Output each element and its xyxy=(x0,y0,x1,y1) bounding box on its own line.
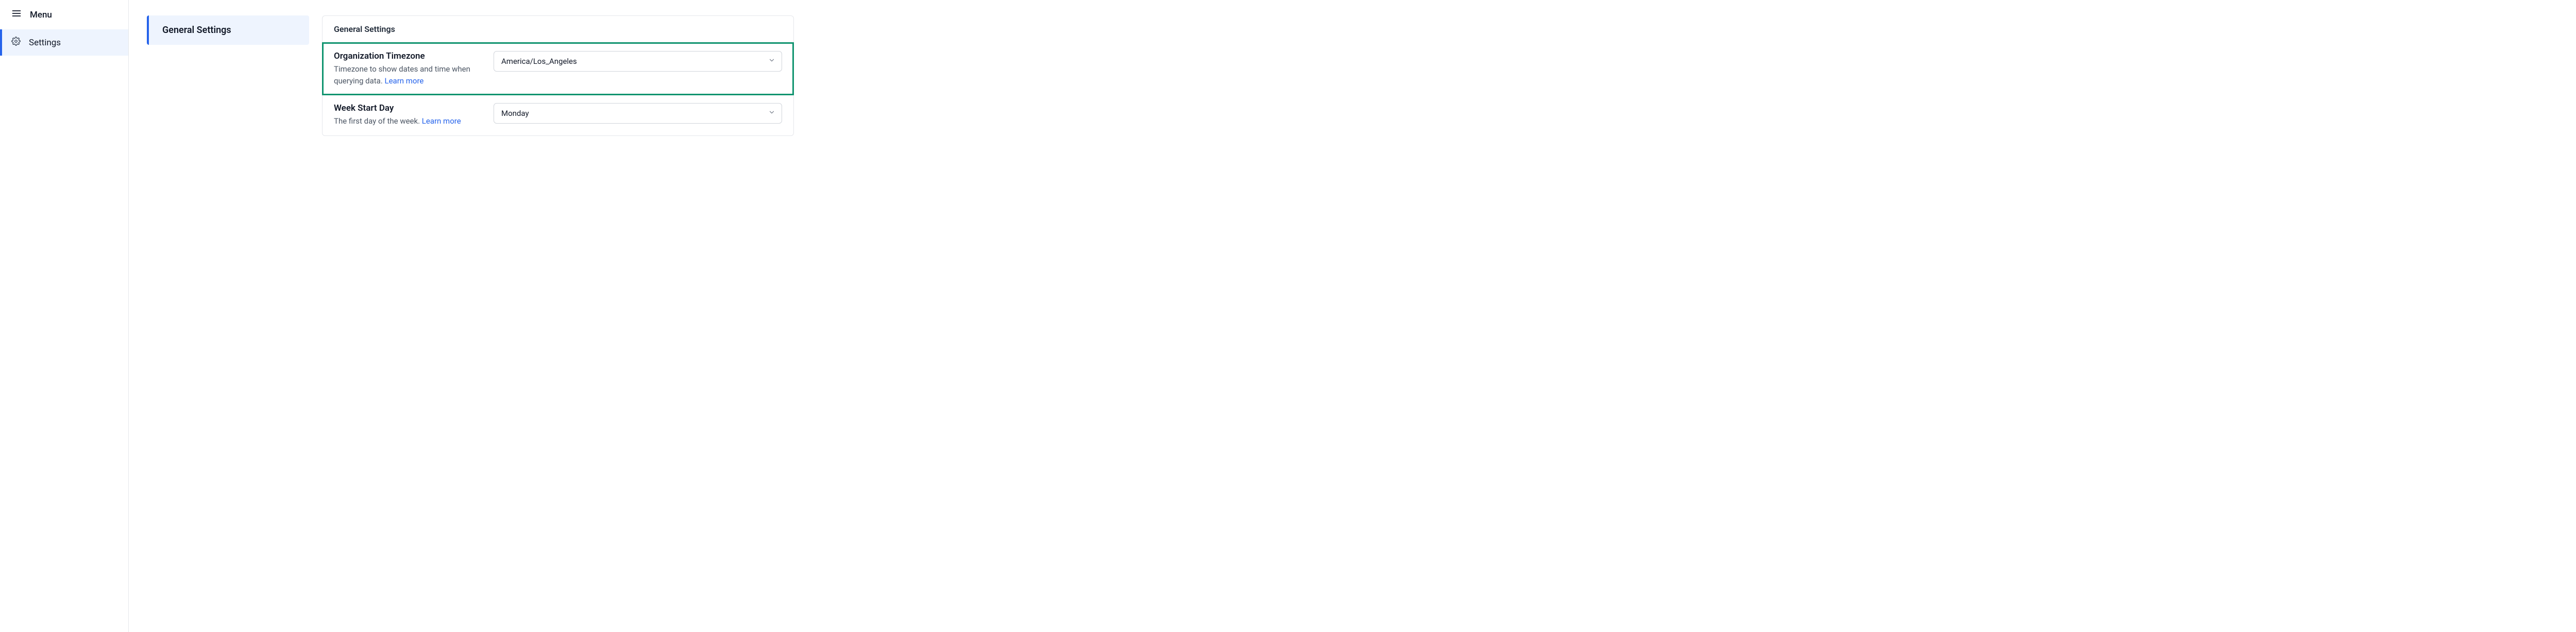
setting-control: America/Los_Angeles xyxy=(494,51,782,72)
subnav-item-general[interactable]: General Settings xyxy=(147,15,309,45)
subnav-item-label: General Settings xyxy=(162,25,231,36)
hamburger-icon xyxy=(11,8,22,21)
chevron-down-icon xyxy=(768,109,775,118)
sidebar-item-settings[interactable]: Settings xyxy=(0,29,128,56)
gear-icon xyxy=(11,37,21,48)
setting-description-text: The first day of the week. xyxy=(334,116,422,126)
menu-toggle[interactable]: Menu xyxy=(0,0,128,29)
sidebar-item-label: Settings xyxy=(29,38,61,48)
chevron-down-icon xyxy=(768,57,775,66)
menu-label: Menu xyxy=(30,10,52,20)
setting-row-timezone: Organization Timezone Timezone to show d… xyxy=(323,43,793,95)
setting-title: Organization Timezone xyxy=(334,51,483,61)
panel-title: General Settings xyxy=(323,16,793,43)
settings-subnav: General Settings xyxy=(147,15,309,45)
select-value: Monday xyxy=(501,109,529,118)
learn-more-link[interactable]: Learn more xyxy=(422,116,461,126)
weekstart-select[interactable]: Monday xyxy=(494,103,782,124)
sidebar: Menu Settings xyxy=(0,0,129,632)
setting-control: Monday xyxy=(494,103,782,124)
setting-title: Week Start Day xyxy=(334,103,483,113)
setting-description: Timezone to show dates and time when que… xyxy=(334,63,483,87)
timezone-select[interactable]: America/Los_Angeles xyxy=(494,51,782,72)
select-value: America/Los_Angeles xyxy=(501,57,577,66)
general-settings-panel: General Settings Organization Timezone T… xyxy=(322,15,794,136)
setting-row-weekstart: Week Start Day The first day of the week… xyxy=(323,95,793,135)
setting-label: Week Start Day The first day of the week… xyxy=(334,103,483,127)
setting-label: Organization Timezone Timezone to show d… xyxy=(334,51,483,87)
learn-more-link[interactable]: Learn more xyxy=(385,76,424,86)
setting-description: The first day of the week. Learn more xyxy=(334,115,483,127)
